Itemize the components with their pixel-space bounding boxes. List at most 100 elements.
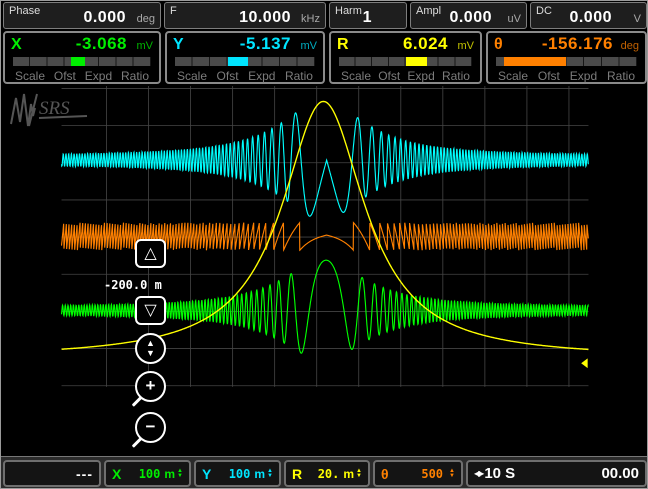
scope-display: SRS — [1, 86, 648, 456]
frequency-field[interactable]: F 10.000 kHz — [164, 2, 326, 29]
r-ofst-button[interactable]: Ofst — [378, 69, 400, 83]
dc-field[interactable]: DC 0.000 V — [530, 2, 647, 29]
readout-theta-unit: deg — [613, 40, 639, 52]
phase-field[interactable]: Phase 0.000 deg — [3, 2, 161, 29]
x-scale-button[interactable]: Scale — [15, 69, 45, 83]
readout-x-unit: mV — [127, 40, 153, 52]
pan-up-icon: ▲ — [146, 340, 155, 347]
r-scale-value: 20. — [318, 467, 340, 481]
readout-r-bar-indicator — [406, 57, 427, 66]
harmonic-label: Harm — [335, 5, 362, 17]
y-scale-button[interactable]: Scale — [177, 69, 207, 83]
y-scale-spinner-icon[interactable]: ▲▼ — [267, 469, 273, 479]
r-expd-button[interactable]: Expd — [407, 69, 434, 83]
y-scale-cell[interactable]: Y 100 m ▲▼ — [194, 460, 281, 487]
readout-y-unit: mV — [291, 40, 317, 52]
frequency-label: F — [170, 5, 177, 17]
harmonic-value: 1 — [363, 11, 372, 25]
dc-value: 0.000 — [569, 11, 612, 25]
y-scale-unit: m — [254, 467, 265, 481]
readout-theta-label: θ — [494, 36, 503, 54]
phase-unit: deg — [129, 13, 155, 25]
y-ofst-button[interactable]: Ofst — [217, 69, 239, 83]
theta-scale-label: θ — [381, 466, 389, 482]
readout-r-label: R — [337, 36, 349, 54]
theta-scale-button[interactable]: Scale — [498, 69, 528, 83]
theta-ofst-button[interactable]: Ofst — [538, 69, 560, 83]
trace-position-marker — [581, 358, 588, 368]
trigger-cell[interactable]: --- — [3, 460, 101, 487]
readout-panel-r[interactable]: R 6.024 mV Scale Ofst Expd Ratio — [329, 31, 482, 84]
readout-y-value: -5.137 — [240, 34, 291, 54]
readout-x-bargraph — [13, 57, 151, 66]
readout-x-label: X — [11, 36, 22, 54]
y-scale-value: 100 — [229, 467, 251, 481]
trigger-value: --- — [76, 466, 93, 482]
readout-theta-bar-indicator — [504, 57, 566, 66]
zoom-out-button[interactable]: − — [135, 412, 166, 443]
y-scale-label: Y — [202, 466, 211, 482]
pan-vertical-button[interactable]: ▲ ▼ — [135, 333, 166, 364]
amplitude-unit: uV — [495, 13, 521, 25]
theta-scale-cell[interactable]: θ 500 ▲▼ — [373, 460, 463, 487]
zoom-in-icon: + — [146, 377, 156, 394]
r-scale-button[interactable]: Scale — [341, 69, 371, 83]
y-expd-button[interactable]: Expd — [248, 69, 275, 83]
r-scale-spinner-icon[interactable]: ▲▼ — [356, 469, 362, 479]
phase-value: 0.000 — [83, 11, 126, 25]
theta-scale-value: 500 — [421, 467, 443, 481]
r-scale-cell[interactable]: R 20. m ▲▼ — [284, 460, 370, 487]
readout-r-bargraph — [339, 57, 472, 66]
pan-down-icon: ▼ — [146, 350, 155, 357]
elapsed-time-value: 00.00 — [601, 465, 639, 482]
amplitude-field[interactable]: Ampl 0.000 uV — [410, 2, 527, 29]
readout-panel-x[interactable]: X -3.068 mV Scale Ofst Expd Ratio — [3, 31, 161, 84]
harmonic-field[interactable]: Harm 1 — [329, 2, 407, 29]
x-scale-spinner-icon[interactable]: ▲▼ — [177, 469, 183, 479]
frequency-value: 10.000 — [239, 11, 291, 25]
readout-panel-y[interactable]: Y -5.137 mV Scale Ofst Expd Ratio — [165, 31, 325, 84]
frequency-unit: kHz — [294, 13, 320, 25]
theta-expd-button[interactable]: Expd — [570, 69, 597, 83]
zoom-in-button[interactable]: + — [135, 371, 166, 402]
x-scale-label: X — [112, 466, 121, 482]
readout-theta-bargraph — [496, 57, 637, 66]
readout-r-value: 6.024 — [403, 34, 448, 54]
srs-logo: SRS — [7, 92, 93, 128]
r-ratio-button[interactable]: Ratio — [442, 69, 470, 83]
y-ratio-button[interactable]: Ratio — [285, 69, 313, 83]
zoom-out-icon: − — [146, 418, 156, 435]
readout-x-value: -3.068 — [76, 34, 127, 54]
horizontal-arrows-icon: ◀▶ — [474, 469, 482, 478]
readout-y-bar-indicator — [228, 57, 248, 66]
scale-down-button[interactable]: ▽ — [135, 296, 166, 325]
dc-label: DC — [536, 5, 552, 17]
x-scale-value: 100 — [139, 467, 161, 481]
amplitude-label: Ampl — [416, 5, 441, 17]
readout-y-label: Y — [173, 36, 184, 54]
readout-y-bargraph — [175, 57, 315, 66]
theta-ratio-button[interactable]: Ratio — [607, 69, 635, 83]
amplitude-value: 0.000 — [449, 11, 492, 25]
offset-readout: -200.0 m — [104, 278, 162, 292]
timebase-cell[interactable]: ◀▶ 10 S 00.00 — [466, 460, 647, 487]
timebase-value: 10 S — [484, 465, 515, 482]
lockin-screen: Phase 0.000 deg F 10.000 kHz Harm 1 Ampl… — [0, 0, 648, 489]
readout-r-unit: mV — [448, 40, 474, 52]
readout-theta-value: -156.176 — [542, 34, 613, 54]
phase-label: Phase — [9, 5, 40, 17]
x-ratio-button[interactable]: Ratio — [121, 69, 149, 83]
theta-scale-spinner-icon[interactable]: ▲▼ — [449, 469, 455, 479]
srs-logo-text: SRS — [39, 98, 70, 119]
x-expd-button[interactable]: Expd — [85, 69, 112, 83]
r-scale-unit: m — [343, 467, 354, 481]
scale-up-button[interactable]: △ — [135, 239, 166, 268]
dc-unit: V — [615, 13, 641, 25]
readout-panel-theta[interactable]: θ -156.176 deg Scale Ofst Expd Ratio — [486, 31, 647, 84]
up-triangle-icon: △ — [144, 246, 156, 262]
scope-traces — [1, 86, 648, 456]
x-ofst-button[interactable]: Ofst — [54, 69, 76, 83]
down-triangle-icon: ▽ — [144, 303, 156, 319]
readout-x-bar-indicator — [71, 57, 85, 66]
x-scale-cell[interactable]: X 100 m ▲▼ — [104, 460, 191, 487]
